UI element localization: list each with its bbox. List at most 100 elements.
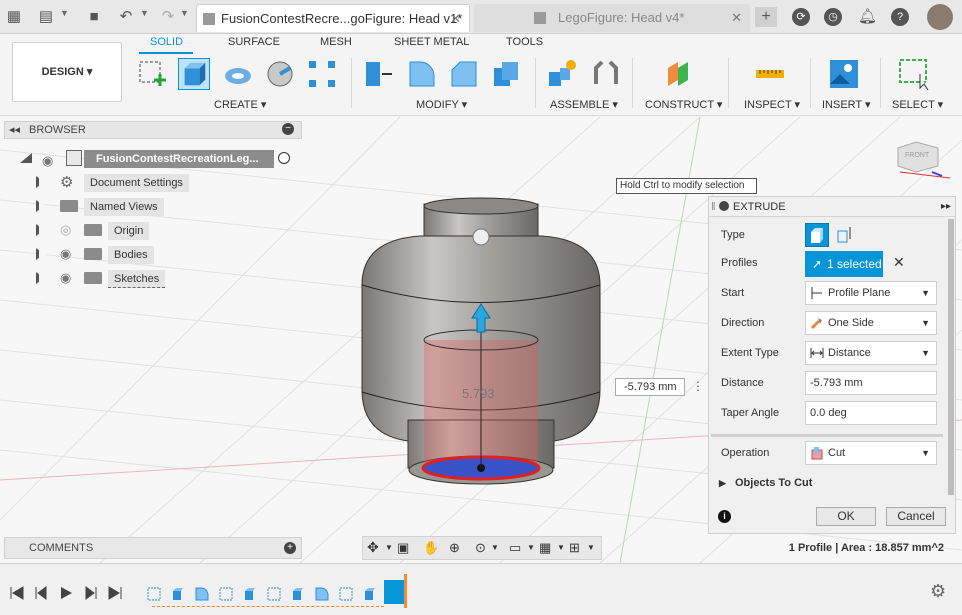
objects-to-cut-expander[interactable]: ▶ Objects To Cut bbox=[719, 477, 812, 489]
activate-radio-icon[interactable] bbox=[278, 152, 290, 164]
expand-dialog-icon[interactable]: ▸▸ bbox=[941, 197, 951, 217]
grid-menu-icon[interactable]: ▦ bbox=[4, 7, 24, 27]
browser-item-bodies[interactable]: ◉ Bodies bbox=[36, 244, 196, 264]
type-solid-button[interactable] bbox=[805, 223, 829, 247]
direction-select[interactable]: One Side ▼ bbox=[805, 311, 937, 335]
insert-menu[interactable]: INSERT ▾ bbox=[822, 98, 871, 111]
tab-sheet-metal[interactable]: SHEET METAL bbox=[394, 36, 469, 48]
select-window-icon[interactable] bbox=[898, 58, 930, 90]
type-thin-button[interactable] bbox=[833, 223, 857, 247]
hidden-eye-icon[interactable]: ◎ bbox=[60, 220, 71, 240]
extent-type-select[interactable]: Distance ▼ bbox=[805, 341, 937, 365]
inspect-menu[interactable]: INSPECT ▾ bbox=[744, 98, 800, 111]
joint-icon[interactable] bbox=[590, 58, 622, 90]
assemble-menu[interactable]: ASSEMBLE ▾ bbox=[550, 98, 618, 111]
more-icon[interactable]: ⋮ bbox=[692, 379, 704, 393]
timeline-settings-gear-icon[interactable]: ⚙ bbox=[930, 581, 946, 602]
new-component-icon[interactable] bbox=[546, 58, 578, 90]
extrude-icon[interactable] bbox=[178, 58, 210, 90]
tab-inactive-document[interactable]: LegoFigure: Head v4* ✕ bbox=[474, 4, 750, 32]
create-sketch-icon[interactable] bbox=[136, 58, 168, 90]
chevron-down-icon[interactable]: ▼ bbox=[385, 543, 393, 552]
pattern-icon[interactable] bbox=[306, 58, 338, 90]
add-comment-icon[interactable]: + bbox=[284, 542, 296, 554]
create-menu[interactable]: CREATE ▾ bbox=[214, 98, 266, 111]
shell-icon[interactable] bbox=[490, 58, 522, 90]
construct-menu[interactable]: CONSTRUCT ▾ bbox=[645, 98, 722, 111]
chevron-down-icon[interactable]: ▼ bbox=[527, 543, 535, 552]
file-caret-icon[interactable]: ▼ bbox=[60, 8, 69, 18]
visibility-eye-icon[interactable]: ◉ bbox=[60, 244, 71, 264]
chevron-down-icon[interactable]: ▼ bbox=[557, 543, 565, 552]
look-at-icon[interactable]: ▣ bbox=[397, 540, 409, 556]
zoom-icon[interactable]: ⊕ bbox=[449, 540, 460, 556]
viewports-icon[interactable]: ⊞ bbox=[569, 540, 580, 556]
help-icon[interactable]: ? bbox=[891, 8, 909, 26]
info-icon[interactable]: i bbox=[718, 510, 731, 523]
cancel-button[interactable]: Cancel bbox=[886, 507, 946, 526]
tab-tools[interactable]: TOOLS bbox=[506, 36, 543, 48]
timeline-fillet-icon[interactable] bbox=[194, 586, 210, 602]
notifications-icon[interactable]: 🔔︎ bbox=[858, 8, 877, 26]
pan-icon[interactable]: ✋ bbox=[423, 540, 439, 556]
profiles-selection-button[interactable]: ➚ 1 selected bbox=[805, 251, 883, 277]
timeline-sketch-icon[interactable] bbox=[266, 586, 282, 602]
visibility-eye-icon[interactable]: ◉ bbox=[60, 268, 71, 288]
visibility-eye-icon[interactable]: ◉ bbox=[42, 151, 53, 171]
ok-button[interactable]: OK bbox=[816, 507, 876, 526]
workspace-switcher-button[interactable]: DESIGN ▾ bbox=[12, 42, 122, 102]
timeline-extrude-icon[interactable] bbox=[242, 586, 258, 602]
insert-image-icon[interactable] bbox=[828, 58, 860, 90]
dialog-scrollbar[interactable] bbox=[948, 219, 954, 495]
fillet-icon[interactable] bbox=[406, 58, 438, 90]
save-icon[interactable]: ■ bbox=[84, 7, 104, 27]
timeline-active-feature[interactable] bbox=[384, 580, 406, 604]
step-forward-icon[interactable] bbox=[82, 584, 100, 602]
revolve-icon[interactable] bbox=[222, 58, 254, 90]
go-to-end-icon[interactable] bbox=[106, 584, 124, 602]
expand-triangle-icon[interactable] bbox=[20, 153, 32, 163]
tab-mesh[interactable]: MESH bbox=[320, 36, 352, 48]
browser-item-origin[interactable]: ◎ Origin bbox=[36, 220, 196, 240]
redo-caret-icon[interactable]: ▼ bbox=[180, 8, 189, 18]
chevron-down-icon[interactable]: ▼ bbox=[491, 543, 499, 552]
redo-icon[interactable]: ↷ bbox=[158, 7, 178, 27]
minimize-icon[interactable]: − bbox=[282, 123, 294, 135]
chevron-down-icon[interactable]: ▼ bbox=[587, 543, 595, 552]
tab-surface[interactable]: SURFACE bbox=[228, 36, 280, 48]
avatar[interactable] bbox=[927, 4, 953, 30]
root-component-label[interactable]: FusionContestRecreationLeg... bbox=[84, 150, 274, 168]
timeline-sketch-icon[interactable] bbox=[338, 586, 354, 602]
go-to-start-icon[interactable] bbox=[8, 584, 26, 602]
new-tab-button[interactable]: + bbox=[755, 7, 777, 27]
viewcube[interactable]: FRONT bbox=[897, 141, 939, 173]
taper-angle-input[interactable]: 0.0 deg bbox=[805, 401, 937, 425]
timeline-sketch-icon[interactable] bbox=[146, 586, 162, 602]
timeline-fillet-icon[interactable] bbox=[314, 586, 330, 602]
timeline-extrude-icon[interactable] bbox=[290, 586, 306, 602]
timeline-extrude-icon[interactable] bbox=[362, 586, 378, 602]
chamfer-icon[interactable] bbox=[448, 58, 480, 90]
browser-item-document-settings[interactable]: ⚙ Document Settings bbox=[36, 172, 196, 192]
undo-caret-icon[interactable]: ▼ bbox=[140, 8, 149, 18]
timeline-marker[interactable] bbox=[404, 574, 407, 608]
drag-handle-icon[interactable]: ‖ bbox=[711, 197, 716, 217]
zoom-window-icon[interactable]: ⊙ bbox=[475, 540, 486, 556]
display-settings-icon[interactable]: ▭ bbox=[509, 540, 521, 556]
measure-icon[interactable] bbox=[754, 58, 786, 90]
timeline-extrude-icon[interactable] bbox=[170, 586, 186, 602]
pivot-manipulator[interactable] bbox=[472, 228, 490, 246]
close-icon[interactable]: ✕ bbox=[450, 5, 461, 33]
press-pull-icon[interactable] bbox=[362, 58, 394, 90]
timeline-sketch-icon[interactable] bbox=[218, 586, 234, 602]
file-icon[interactable]: ▤ bbox=[36, 7, 56, 27]
tab-active-document[interactable]: FusionContestRecre...goFigure: Head v1* … bbox=[196, 4, 470, 32]
start-select[interactable]: Profile Plane ▼ bbox=[805, 281, 937, 305]
distance-input[interactable]: -5.793 mm bbox=[805, 371, 937, 395]
modify-menu[interactable]: MODIFY ▾ bbox=[416, 98, 467, 111]
browser-item-sketches[interactable]: ◉ Sketches bbox=[36, 268, 196, 288]
tab-solid[interactable]: SOLID bbox=[150, 36, 183, 48]
play-icon[interactable] bbox=[57, 584, 75, 602]
job-status-icon[interactable]: ◷ bbox=[824, 8, 842, 26]
canvas-distance-input[interactable]: -5.793 mm bbox=[615, 378, 685, 396]
